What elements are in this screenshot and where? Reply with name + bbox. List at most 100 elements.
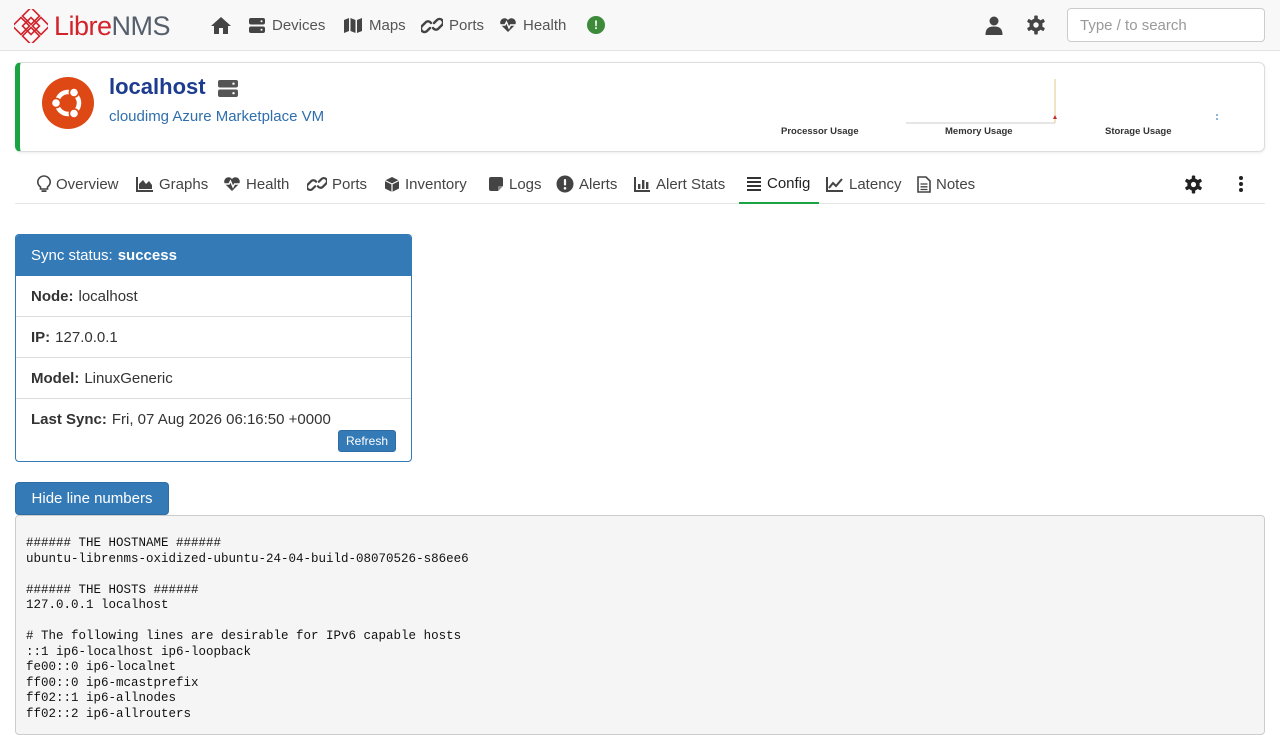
tab-alerts[interactable]: Alerts	[556, 164, 617, 204]
processor-usage-label[interactable]: Processor Usage	[781, 126, 859, 137]
file-text-icon	[917, 175, 931, 193]
tab-graphs-label: Graphs	[159, 175, 209, 193]
memory-usage-label[interactable]: Memory Usage	[945, 126, 1013, 137]
tab-notes[interactable]: Notes	[917, 164, 975, 204]
refresh-button[interactable]: Refresh	[338, 430, 396, 452]
tab-inventory-label: Inventory	[405, 175, 467, 193]
nav-home[interactable]	[210, 14, 238, 36]
sync-status-heading: Sync status: success	[16, 235, 411, 276]
sync-ip-row: IP: 127.0.0.1	[16, 317, 411, 358]
gear-icon	[1027, 15, 1045, 35]
storage-usage-label[interactable]: Storage Usage	[1105, 126, 1172, 137]
node-label: Node:	[31, 287, 74, 305]
link-icon	[421, 17, 443, 33]
search-input[interactable]	[1067, 8, 1265, 42]
user-menu[interactable]	[983, 14, 1005, 36]
nav-health[interactable]: Health	[499, 14, 566, 36]
ip-label: IP:	[31, 328, 51, 346]
device-settings-button[interactable]	[1183, 174, 1203, 194]
tab-config[interactable]: Config	[739, 164, 819, 204]
tab-alert-stats[interactable]: Alert Stats	[634, 164, 725, 204]
tab-notes-label: Notes	[936, 175, 976, 193]
tab-latency-label: Latency	[849, 175, 902, 193]
librenms-logo-icon	[14, 9, 48, 43]
link-icon	[307, 176, 327, 192]
device-name[interactable]: localhost	[109, 74, 206, 100]
tab-graphs[interactable]: Graphs	[136, 164, 208, 204]
exclamation-circle-icon	[556, 175, 574, 193]
config-line	[26, 567, 1254, 583]
config-viewer[interactable]: ###### THE HOSTNAME ###### ubuntu-libren…	[15, 515, 1265, 735]
map-icon	[344, 17, 362, 33]
config-line: ###### THE HOSTNAME ######	[26, 536, 222, 550]
lightbulb-icon	[37, 175, 51, 192]
sync-node-row: Node: localhost	[16, 276, 411, 317]
model-value: LinuxGeneric	[84, 369, 173, 387]
config-line: ::1 ip6-localhost ip6-loopback	[26, 644, 252, 659]
tab-logs-label: Logs	[509, 175, 542, 193]
nav-maps-label: Maps	[369, 16, 406, 34]
config-line: ubuntu-librenms-oxidized-ubuntu-24-04-bu…	[26, 551, 469, 566]
top-navbar: LibreNMS Devices Maps Ports Health !	[0, 0, 1280, 51]
logo-text: LibreNMS	[54, 10, 171, 41]
user-icon	[985, 16, 1003, 35]
sync-status-panel: Sync status: success Node: localhost IP: 12…	[15, 234, 412, 462]
storage-usage-sparkline[interactable]	[1214, 113, 1220, 123]
last-sync-label: Last Sync:	[31, 411, 107, 428]
tab-logs[interactable]: Logs	[488, 164, 542, 204]
config-line: 127.0.0.1 localhost	[26, 598, 169, 612]
config-line: # The following lines are desirable for …	[26, 629, 462, 643]
more-options-button[interactable]	[1231, 174, 1251, 194]
tab-ports-label: Ports	[332, 175, 368, 193]
sync-last-row: Last Sync: Fri, 07 Aug 2026 06:16:50 +000…	[16, 399, 411, 461]
librenms-logo[interactable]: LibreNMS	[14, 9, 171, 43]
last-sync-value: Fri, 07 Aug 2026 06:16:50 +0000	[111, 411, 331, 428]
toggle-line-numbers-button[interactable]: Hide line numbers	[15, 482, 169, 515]
tab-inventory[interactable]: Inventory	[384, 164, 467, 204]
tab-alerts-label: Alerts	[579, 175, 618, 193]
nav-ports-label: Ports	[449, 16, 485, 34]
ellipsis-vertical-icon	[1239, 176, 1243, 192]
gear-icon	[1184, 174, 1202, 194]
tab-health-label: Health	[246, 175, 290, 193]
node-value: localhost	[78, 287, 138, 305]
tab-overview-label: Overview	[56, 175, 119, 193]
nav-devices-label: Devices	[272, 16, 326, 34]
config-line: ff02::1 ip6-allnodes	[26, 691, 177, 705]
sync-status-label: Sync status:	[31, 247, 113, 264]
model-label: Model:	[31, 369, 80, 387]
device-header-card: localhost cloudimg Azure Marketplace VM …	[15, 62, 1265, 152]
tab-overview[interactable]: Overview	[37, 164, 119, 204]
device-description: cloudimg Azure Marketplace VM	[109, 108, 325, 125]
line-chart-icon	[826, 177, 843, 192]
tab-config-label: Config	[767, 174, 811, 192]
sync-status-value: success	[117, 247, 177, 264]
area-chart-icon	[136, 177, 153, 192]
nav-maps[interactable]: Maps	[343, 14, 406, 36]
nav-ports[interactable]: Ports	[421, 14, 484, 36]
heartbeat-icon	[500, 18, 516, 32]
tab-alert-stats-label: Alert Stats	[656, 175, 726, 193]
server-icon	[217, 79, 239, 103]
bar-chart-icon	[634, 177, 650, 192]
sync-model-row: Model: LinuxGeneric	[16, 358, 411, 399]
tab-latency[interactable]: Latency	[826, 164, 902, 204]
tab-health[interactable]: Health	[223, 164, 289, 204]
sticky-note-icon	[489, 177, 503, 191]
cube-icon	[384, 176, 400, 192]
tab-ports[interactable]: Ports	[307, 164, 367, 204]
ip-value: 127.0.0.1	[55, 328, 118, 346]
config-line	[26, 614, 1254, 630]
health-alert-badge[interactable]: !	[587, 16, 605, 34]
list-icon	[747, 177, 761, 191]
memory-usage-sparkline[interactable]	[905, 77, 1075, 125]
ubuntu-icon	[42, 77, 94, 129]
settings-menu[interactable]	[1025, 14, 1047, 36]
config-line: ###### THE HOSTS ######	[26, 582, 199, 597]
server-icon	[249, 17, 265, 33]
nav-health-label: Health	[523, 16, 567, 34]
device-tabs: Overview Graphs Health Ports Inventory L…	[15, 164, 1265, 204]
nav-devices[interactable]: Devices	[248, 14, 325, 36]
config-line: ff00::0 ip6-mcastprefix	[26, 675, 199, 690]
heartbeat-icon	[224, 177, 240, 191]
